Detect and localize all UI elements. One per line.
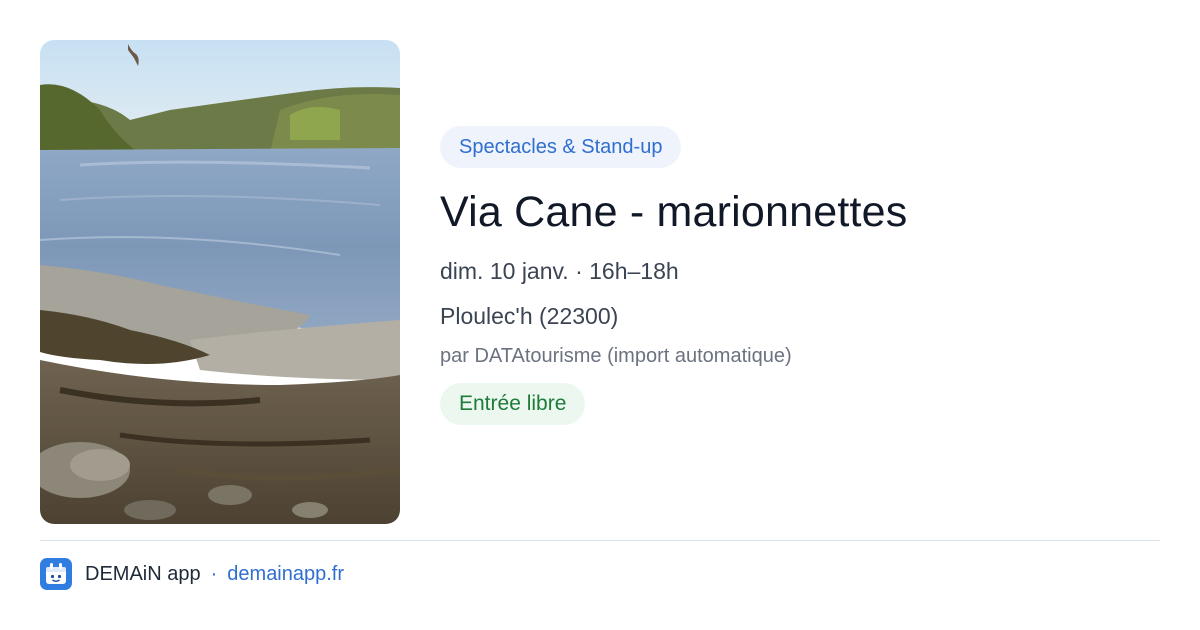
event-title: Via Cane - marionnettes (440, 188, 908, 236)
footer-separator: · (210, 562, 218, 585)
price-badge: Entrée libre (440, 383, 586, 425)
event-source: par DATAtourisme (import automatique) (440, 345, 792, 367)
demain-app-icon (40, 558, 72, 590)
event-datetime: dim. 10 janv. · 16h–18h (440, 258, 679, 284)
app-url-link[interactable]: demainapp.fr (227, 563, 344, 586)
event-card[interactable]: Spectacles & Stand-up Via Cane - marionn… (0, 0, 1200, 630)
event-location: Ploulec'h (22300) (440, 303, 619, 329)
category-badge[interactable]: Spectacles & Stand-up (440, 126, 682, 168)
event-photo (40, 40, 400, 524)
event-info: Spectacles & Stand-up Via Cane - marionn… (440, 126, 1160, 425)
footer: DEMAiN app · demainapp.fr (40, 558, 344, 590)
app-name: DEMAiN app (85, 562, 201, 585)
footer-divider (40, 540, 1160, 541)
